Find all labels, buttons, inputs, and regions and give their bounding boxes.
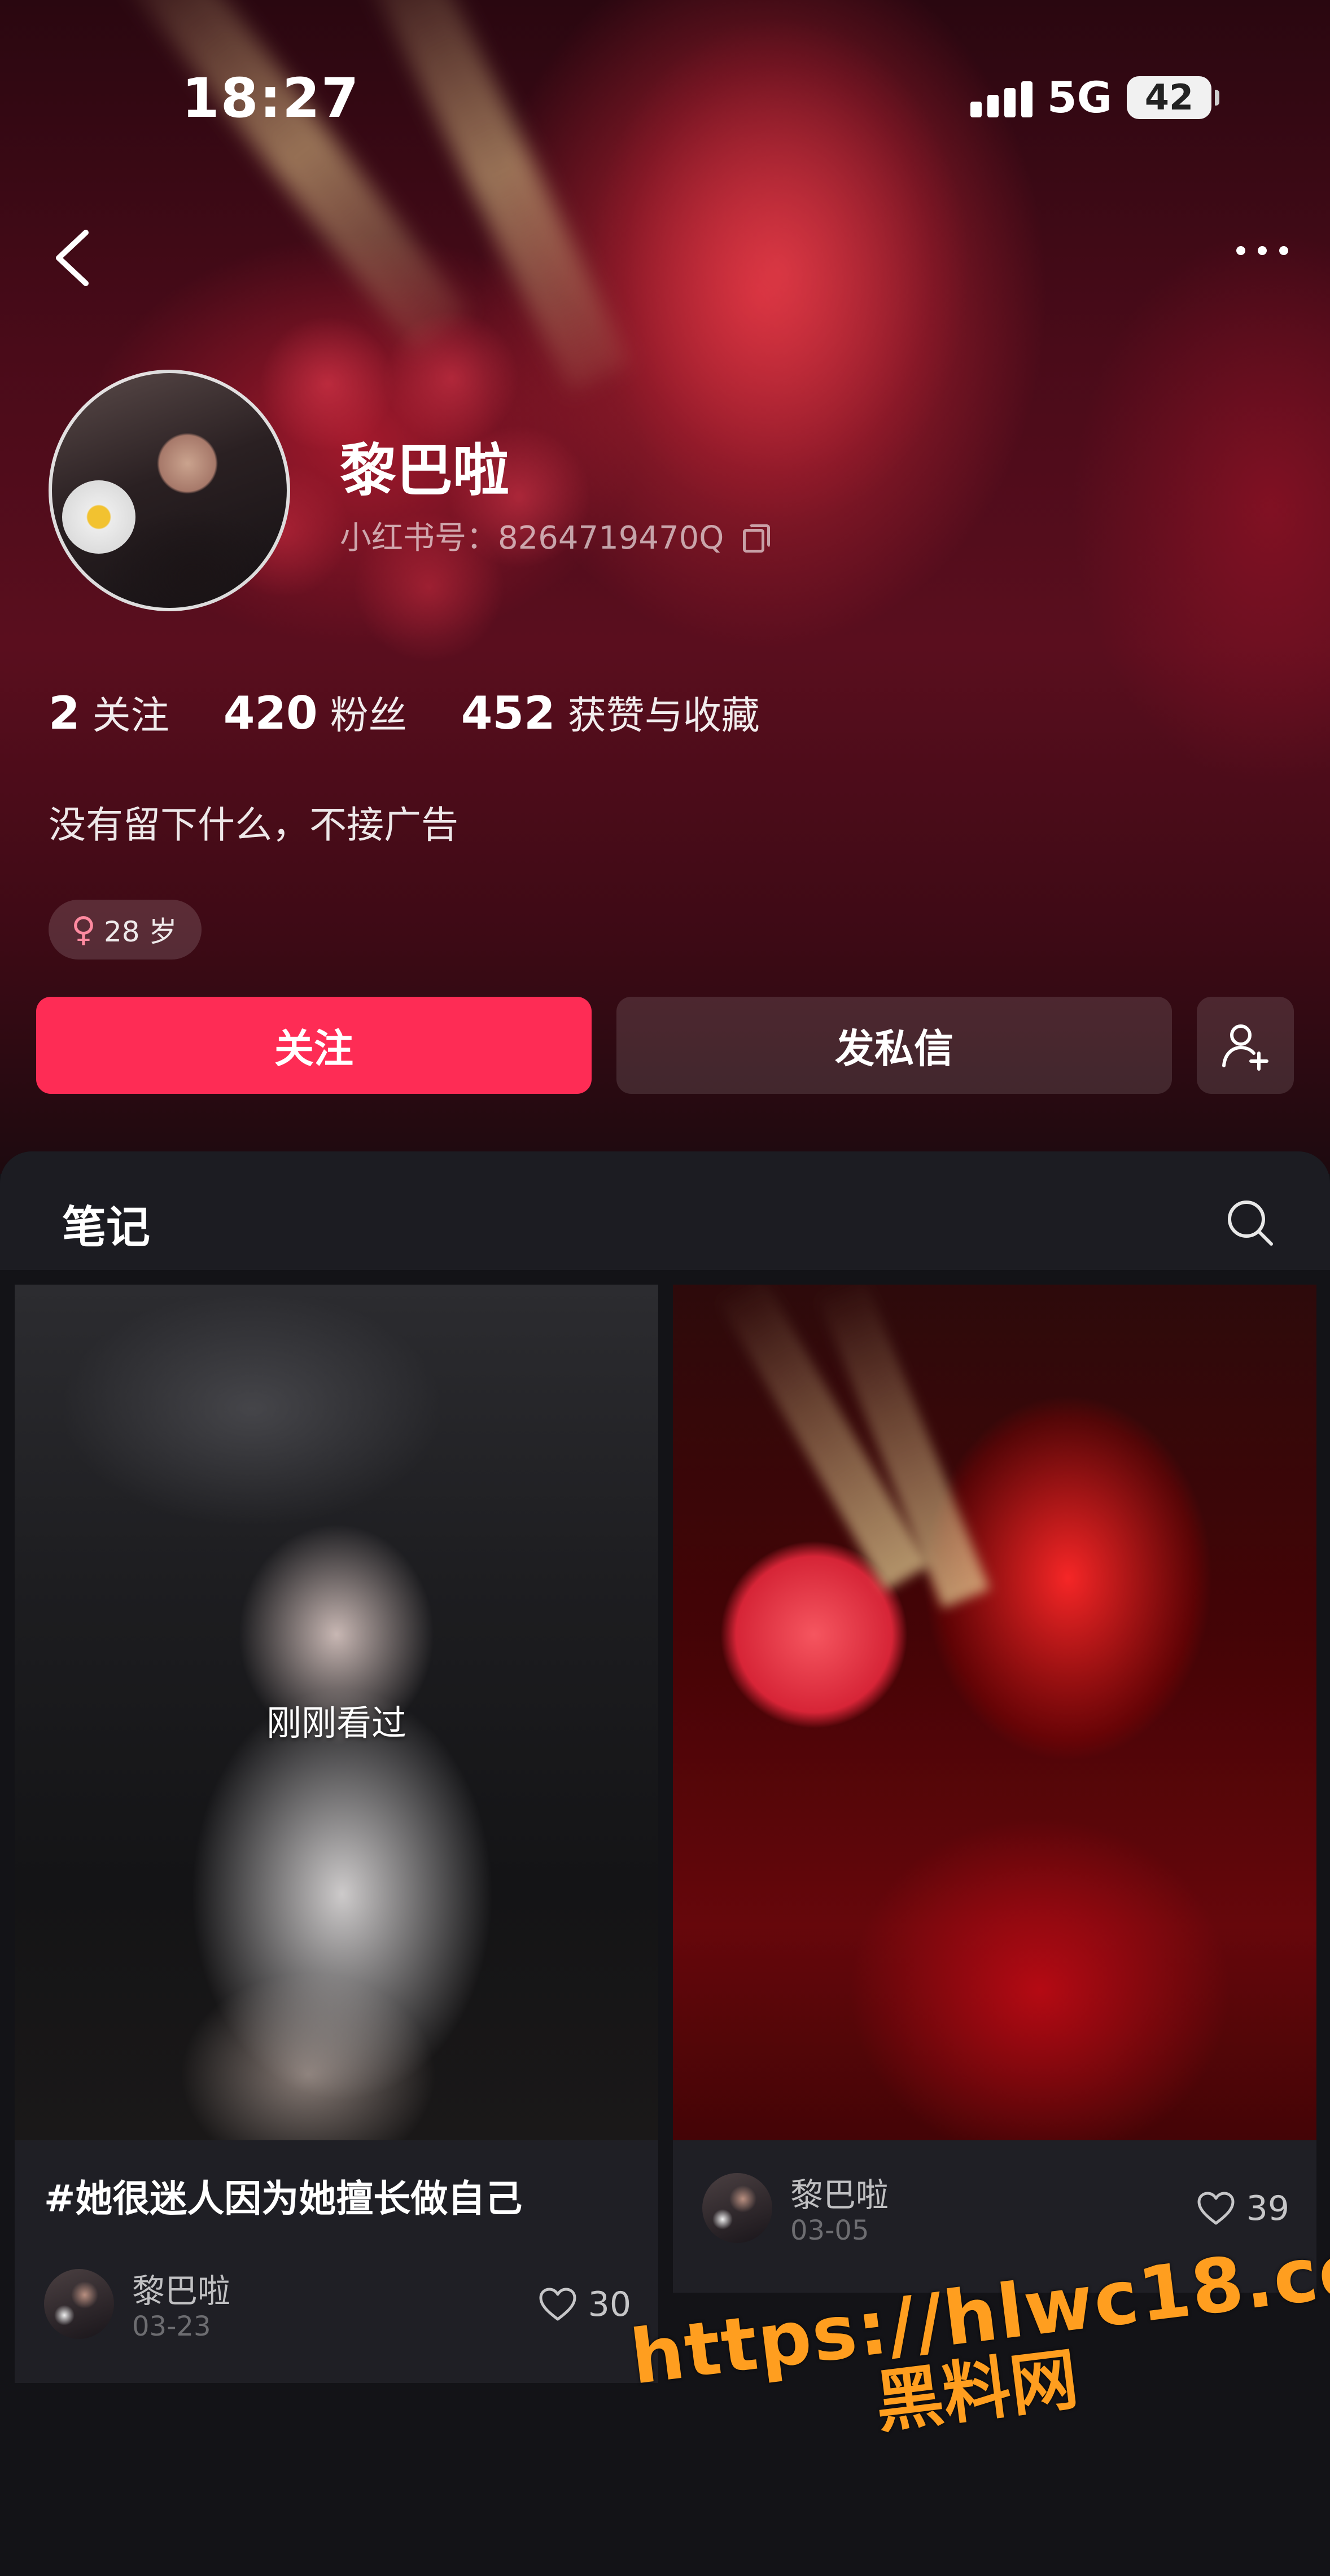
tab-notes[interactable]: 笔记 — [62, 1192, 150, 1255]
stat-value: 420 — [223, 687, 318, 739]
like-button[interactable]: 30 — [537, 2285, 631, 2324]
copy-icon[interactable] — [741, 523, 771, 553]
more-options-button[interactable] — [1228, 236, 1296, 265]
author-name: 黎巴啦 — [790, 2176, 889, 2214]
note-meta: 黎巴啦 03-23 30 — [44, 2264, 631, 2343]
note-date: 03-05 — [790, 2215, 869, 2246]
author-avatar — [702, 2173, 772, 2243]
battery-level: 42 — [1144, 77, 1194, 118]
note-cover-image[interactable] — [673, 1285, 1316, 2140]
back-button[interactable] — [46, 221, 97, 295]
chevron-left-icon — [56, 230, 89, 286]
like-count: 30 — [588, 2285, 631, 2324]
message-button[interactable]: 发私信 — [616, 997, 1172, 1094]
stat-likes-collects[interactable]: 452 获赞与收藏 — [461, 684, 760, 740]
gender-age-tag: ♀ 28 岁 — [49, 900, 202, 960]
signal-icon — [970, 78, 1032, 117]
profile-stats: 2 关注 420 粉丝 452 获赞与收藏 — [49, 684, 760, 740]
like-button[interactable]: 39 — [1196, 2189, 1289, 2228]
profile-page: 18:27 5G 42 黎巴啦 小红书号：8264719470Q 2 关注 42… — [0, 0, 1330, 2576]
search-icon — [1228, 1201, 1273, 1246]
stat-followers[interactable]: 420 粉丝 — [224, 684, 407, 740]
daisy-icon — [62, 480, 135, 554]
female-icon: ♀ — [71, 910, 96, 949]
follow-button[interactable]: 关注 — [36, 997, 592, 1094]
user-name: 黎巴啦 — [340, 437, 509, 503]
add-user-icon — [1222, 1024, 1268, 1071]
notes-tab-bar: 笔记 — [0, 1151, 1330, 1270]
heart-icon — [539, 2288, 576, 2321]
search-button[interactable] — [1223, 1195, 1277, 1250]
stat-value: 452 — [461, 687, 555, 739]
user-id: 小红书号：8264719470Q — [340, 520, 724, 557]
note-date: 03-23 — [132, 2311, 211, 2342]
heart-icon — [1197, 2192, 1235, 2225]
status-indicators: 5G 42 — [970, 72, 1219, 122]
note-cover-image[interactable]: 刚刚看过 — [15, 1285, 658, 2140]
note-card[interactable]: 刚刚看过 #她很迷人因为她擅长做自己 黎巴啦 03-23 30 — [15, 1285, 658, 2383]
user-id-row: 小红书号：8264719470Q — [340, 512, 771, 558]
more-dot-icon — [1279, 246, 1288, 255]
stat-label: 获赞与收藏 — [567, 694, 760, 738]
author-name: 黎巴啦 — [132, 2272, 231, 2310]
like-count: 39 — [1246, 2189, 1289, 2228]
profile-bio: 没有留下什么，不接广告 — [49, 803, 458, 847]
status-time: 18:27 — [182, 67, 360, 130]
stat-following[interactable]: 2 关注 — [49, 684, 169, 740]
stat-value: 2 — [49, 687, 80, 739]
more-dot-icon — [1258, 246, 1267, 255]
note-title[interactable]: #她很迷人因为她擅长做自己 — [44, 2168, 522, 2223]
stat-label: 粉丝 — [330, 694, 407, 738]
avatar[interactable] — [49, 370, 290, 611]
note-meta: 黎巴啦 03-05 39 — [702, 2168, 1289, 2248]
age-label: 28 岁 — [103, 915, 177, 948]
network-type: 5G — [1047, 72, 1112, 122]
more-dot-icon — [1236, 246, 1245, 255]
battery-icon: 42 — [1127, 76, 1219, 119]
note-card[interactable]: 黎巴啦 03-05 39 — [673, 1285, 1316, 2293]
author-avatar — [44, 2269, 114, 2339]
stat-label: 关注 — [92, 694, 169, 738]
recently-viewed-label: 刚刚看过 — [266, 1702, 406, 1743]
add-friend-button[interactable] — [1197, 997, 1294, 1094]
